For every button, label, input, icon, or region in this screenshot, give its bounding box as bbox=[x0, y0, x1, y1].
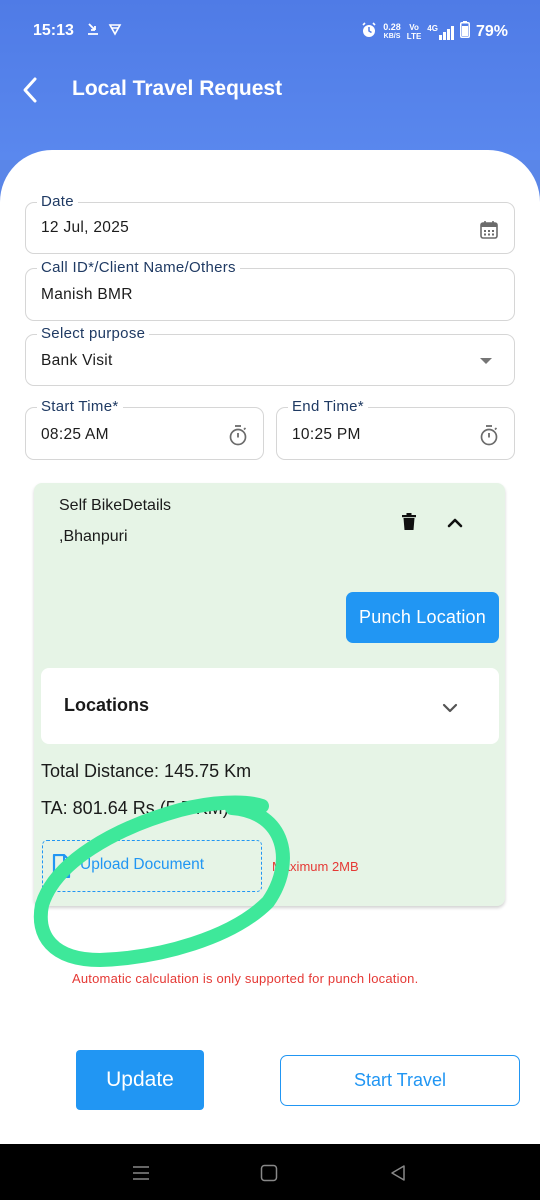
signal-icon: 4G bbox=[427, 24, 454, 40]
calendar-icon[interactable] bbox=[478, 218, 500, 240]
card-title: Self BikeDetails bbox=[59, 497, 172, 514]
call-id-field[interactable]: Call ID*/Client Name/Others Manish BMR bbox=[25, 259, 515, 321]
start-time-value: 08:25 AM bbox=[41, 426, 109, 443]
status-right: 0.28 KB/S Vo LTE 4G 79% bbox=[361, 21, 508, 42]
purpose-value: Bank Visit bbox=[41, 352, 113, 369]
card-subtitle: ,Bhanpuri bbox=[59, 528, 128, 545]
back-button[interactable] bbox=[14, 74, 46, 106]
end-time-value: 10:25 PM bbox=[292, 426, 361, 443]
battery-percent: 79% bbox=[475, 22, 508, 40]
start-time-field[interactable]: Start Time* 08:25 AM bbox=[25, 398, 264, 460]
end-time-label: End Time* bbox=[288, 398, 368, 415]
date-field[interactable]: Date 12 Jul, 2025 bbox=[25, 193, 515, 254]
travel-details-card: Self BikeDetails ,Bhanpuri Punch Locatio… bbox=[34, 483, 505, 906]
alarm-icon bbox=[361, 21, 377, 42]
app-header: 15:13 0.28 KB/S Vo LTE 4G 79% Local Trav… bbox=[0, 0, 540, 160]
total-distance: Total Distance: 145.75 Km bbox=[41, 761, 252, 781]
status-time: 15:13 bbox=[33, 22, 74, 39]
end-time-field[interactable]: End Time* 10:25 PM bbox=[276, 398, 515, 460]
locations-accordion[interactable]: Locations bbox=[41, 668, 499, 744]
date-label: Date bbox=[37, 193, 78, 210]
upload-document-label: Upload Document bbox=[80, 856, 205, 873]
system-nav-bar bbox=[0, 1144, 540, 1200]
trash-icon[interactable] bbox=[402, 513, 416, 531]
punch-location-button[interactable]: Punch Location bbox=[346, 592, 499, 643]
missed-call-icon bbox=[86, 22, 100, 39]
menu-icon[interactable] bbox=[126, 1158, 156, 1188]
auto-calc-note: Automatic calculation is only supported … bbox=[72, 971, 419, 986]
square-icon[interactable] bbox=[254, 1158, 284, 1188]
timer-icon[interactable] bbox=[227, 423, 249, 447]
max-size-hint: Maximum 2MB bbox=[272, 859, 359, 874]
purpose-label: Select purpose bbox=[37, 325, 150, 342]
update-button[interactable]: Update bbox=[76, 1050, 204, 1110]
chevron-up-icon[interactable] bbox=[447, 515, 465, 528]
triangle-back-icon[interactable] bbox=[383, 1158, 413, 1188]
ta-amount: TA: 801.64 Rs (5.5/KM) bbox=[41, 798, 229, 818]
timer-icon[interactable] bbox=[478, 423, 500, 447]
page-title: Local Travel Request bbox=[72, 77, 283, 100]
volte-icon: Vo LTE bbox=[406, 22, 422, 41]
purpose-select[interactable]: Select purpose Bank Visit bbox=[25, 325, 515, 386]
dropdown-arrow-icon[interactable] bbox=[478, 355, 494, 367]
call-id-value: Manish BMR bbox=[41, 286, 133, 303]
battery-icon bbox=[459, 21, 470, 42]
chevron-down-icon[interactable] bbox=[442, 700, 460, 713]
document-icon bbox=[52, 853, 72, 879]
start-travel-button[interactable]: Start Travel bbox=[280, 1055, 520, 1106]
date-value: 12 Jul, 2025 bbox=[41, 219, 130, 236]
net-speed: 0.28 KB/S bbox=[383, 21, 401, 40]
notification-icon bbox=[108, 22, 122, 39]
status-bar: 15:13 0.28 KB/S Vo LTE 4G 79% bbox=[0, 0, 540, 62]
locations-label: Locations bbox=[64, 695, 150, 715]
chevron-left-icon bbox=[23, 77, 37, 103]
call-id-label: Call ID*/Client Name/Others bbox=[37, 259, 240, 276]
start-time-label: Start Time* bbox=[37, 398, 123, 415]
upload-document-button[interactable]: Upload Document bbox=[42, 840, 262, 892]
